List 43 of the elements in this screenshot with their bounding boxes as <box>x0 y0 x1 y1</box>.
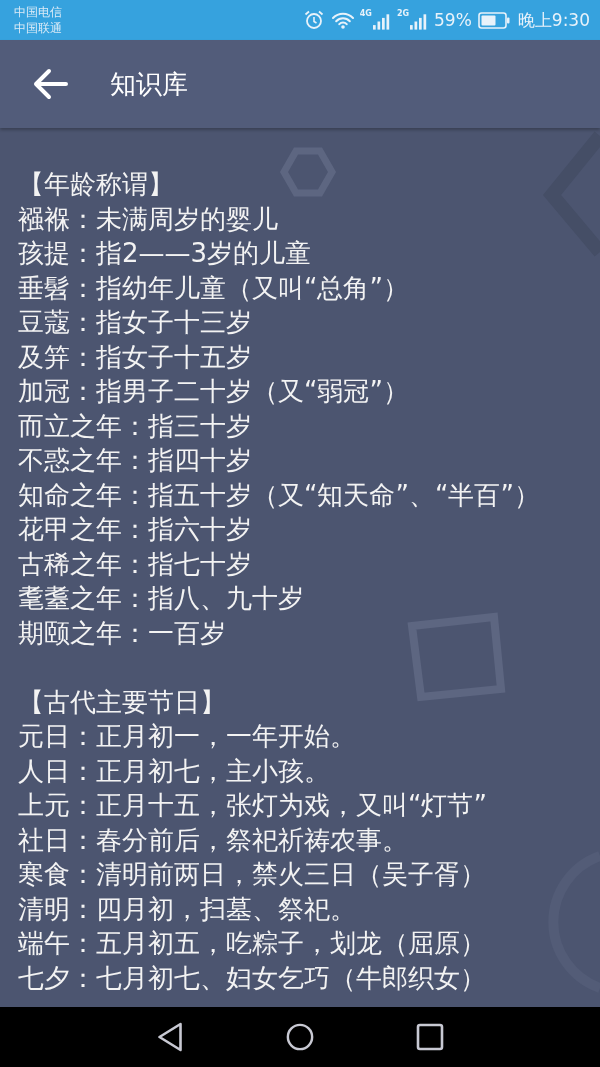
knowledge-line: 元日：正月初一，一年开始。 <box>18 720 356 753</box>
alarm-clock-icon <box>303 10 324 30</box>
section-heading: 【古代主要节日】 <box>18 685 226 719</box>
signal-bars-icon <box>410 12 428 30</box>
knowledge-line: 清明：四月初，扫墓、祭祀。 <box>18 892 356 926</box>
nav-home-button[interactable] <box>286 1022 314 1052</box>
knowledge-line: 豆蔻：指女子十三岁 <box>18 306 252 339</box>
knowledge-line: 寒食：清明前两日，禁火三日（吴子胥） <box>18 858 486 891</box>
status-time: 晚上9:30 <box>517 8 590 32</box>
back-button[interactable] <box>32 68 68 100</box>
recents-square-icon <box>416 1022 444 1052</box>
carrier-name: 中国电信 <box>14 4 62 20</box>
knowledge-line: 不惑之年：指四十岁 <box>18 444 252 477</box>
signal-bars-icon <box>372 12 391 30</box>
section-heading: 【年龄称谓】 <box>18 168 174 201</box>
knowledge-line: 花甲之年：指六十岁 <box>18 513 252 546</box>
page-title: 知识库 <box>110 67 188 101</box>
knowledge-line: 襁褓：未满周岁的婴儿 <box>18 202 278 236</box>
knowledge-line: 孩提：指2——3岁的儿童 <box>18 237 312 270</box>
battery-percentage: 59% <box>434 10 472 30</box>
nav-back-button[interactable] <box>156 1022 184 1052</box>
knowledge-line: 人日：正月初七，主小孩。 <box>18 754 330 788</box>
knowledge-line: 耄耋之年：指八、九十岁 <box>18 582 304 615</box>
knowledge-line: 知命之年：指五十岁（又“知天命”、“半百”） <box>18 478 540 512</box>
knowledge-line: 而立之年：指三十岁 <box>18 409 252 443</box>
knowledge-line: 垂髫：指幼年儿童（又叫“总角”） <box>18 271 409 305</box>
back-arrow-icon <box>32 68 68 100</box>
carrier-name: 中国联通 <box>14 20 62 36</box>
knowledge-line: 期颐之年：一百岁 <box>18 616 226 650</box>
knowledge-line: 七夕：七月初七、妇女乞巧（牛郎织女） <box>18 961 486 995</box>
back-triangle-icon <box>156 1022 184 1052</box>
knowledge-line: 及笄：指女子十五岁 <box>18 340 252 374</box>
network-type-label: 2G <box>396 8 409 18</box>
knowledge-line: 加冠：指男子二十岁（又“弱冠”） <box>18 375 409 408</box>
home-circle-icon <box>286 1022 314 1052</box>
wifi-icon <box>331 11 354 29</box>
battery-icon <box>477 11 510 29</box>
knowledge-line: 古稀之年：指七十岁 <box>18 547 252 581</box>
knowledge-line: 端午：五月初五，吃粽子，划龙（屈原） <box>18 927 486 960</box>
knowledge-line: 上元：正月十五，张灯为戏，又叫“灯节” <box>18 789 487 822</box>
nav-recents-button[interactable] <box>416 1022 444 1052</box>
knowledge-line: 社日：春分前后，祭祀祈祷农事。 <box>18 823 408 857</box>
network-type-label: 4G <box>359 8 372 18</box>
